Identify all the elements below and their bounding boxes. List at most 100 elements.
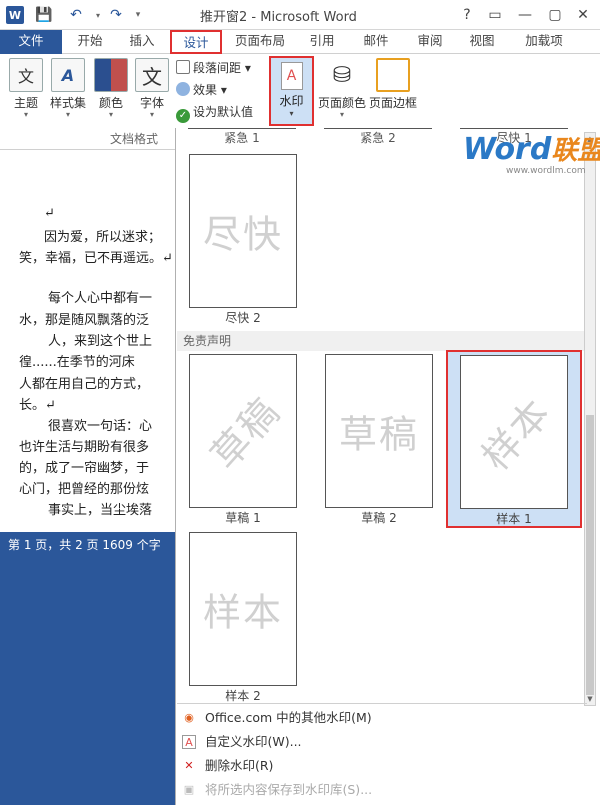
close-button[interactable]: ✕: [570, 4, 596, 26]
office-online-icon: ◉: [184, 711, 194, 724]
paragraph-spacing-button[interactable]: 段落间距 ▾: [176, 58, 251, 78]
watermark-preview: 尽快: [189, 154, 297, 308]
help-button[interactable]: ?: [454, 4, 480, 26]
gallery-scrollbar[interactable]: ▲ ▼: [584, 132, 596, 706]
logo-url: www.wordlm.com: [506, 166, 586, 176]
watermark-preview: 样本: [460, 355, 568, 509]
remove-watermark-item[interactable]: ✕ 删除水印(R): [177, 754, 599, 778]
page-borders-button[interactable]: 页面边框: [368, 58, 418, 111]
watermark-name: 草稿 1: [225, 511, 261, 525]
chevron-down-icon: ▾: [289, 109, 294, 118]
watermark-text: 草稿: [338, 412, 419, 457]
ribbon-display-button[interactable]: ▭: [482, 4, 508, 26]
tab-insert[interactable]: 插入: [120, 30, 164, 54]
watermark-sample-2[interactable]: 样本 样本 2: [188, 532, 298, 704]
watermark-draft-2[interactable]: 草稿 草稿 2: [324, 354, 434, 526]
watermark-button[interactable]: A 水印 ▾: [269, 56, 314, 126]
remove-watermark-icon: ✕: [184, 759, 194, 772]
redo-icon[interactable]: ↷: [106, 5, 126, 25]
effects-icon: [176, 82, 190, 96]
page-borders-icon: [376, 58, 410, 92]
tab-review[interactable]: 审阅: [408, 30, 452, 54]
themes-button[interactable]: 文 主题 ▾: [6, 58, 46, 119]
watermark-preview: 草稿: [189, 354, 297, 508]
window-title: 推开窗2 - Microsoft Word: [200, 10, 357, 25]
fonts-button[interactable]: 文 字体 ▾: [134, 58, 170, 119]
style-set-label: 样式集: [49, 96, 86, 110]
paragraph: 笑，幸福，已不再遥远。↵: [19, 251, 173, 266]
watermark-draft-1[interactable]: 草稿 草稿 1: [188, 354, 298, 526]
page-color-label: 页面颜色: [317, 96, 366, 110]
paragraph: 水，那是随风飘落的泛: [19, 313, 150, 328]
save-to-gallery-item[interactable]: ▣ 将所选内容保存到水印库(S)...: [177, 778, 599, 802]
tab-mailings[interactable]: 邮件: [354, 30, 398, 54]
watermark-text: 草稿: [202, 388, 289, 478]
tab-file[interactable]: 文件: [0, 30, 62, 54]
tab-addins[interactable]: 加载项: [516, 30, 572, 54]
document-page[interactable]: ↵ 因为爱，所以迷求； 笑，幸福，已不再遥远。↵ 每个人心中都有一 水，那是随风…: [0, 150, 175, 532]
tab-design[interactable]: 设计: [170, 30, 222, 54]
menu-separator: [177, 703, 587, 704]
paragraph: 事实上，当尘埃落: [48, 503, 153, 518]
paint-bucket-icon: ⛁: [332, 62, 352, 88]
watermark-name: 样本 2: [225, 689, 261, 703]
tab-view[interactable]: 视图: [460, 30, 504, 54]
title-bar: W 💾 ↶ ▾ ↷ ▾ 推开窗2 - Microsoft Word ? ▭ — …: [0, 0, 600, 30]
maximize-button[interactable]: ▢: [542, 4, 568, 26]
paragraph-spacing-icon: [176, 60, 190, 74]
scrollbar-thumb[interactable]: [586, 415, 594, 695]
chevron-down-icon: ▾: [65, 110, 70, 119]
customize-qat-icon[interactable]: ▾: [128, 5, 148, 25]
menu-item-label: 删除水印(R): [205, 758, 274, 773]
paragraph: 很喜欢一句话：心: [48, 419, 153, 434]
paragraph-spacing-label: 段落间距: [193, 61, 242, 75]
custom-watermark-item[interactable]: A 自定义水印(W)...: [177, 730, 599, 754]
tab-page-layout[interactable]: 页面布局: [230, 30, 290, 54]
chevron-down-icon: ▾: [23, 110, 28, 119]
style-set-button[interactable]: A 样式集 ▾: [48, 58, 88, 119]
undo-dropdown-icon[interactable]: ▾: [88, 5, 108, 25]
fonts-icon: 文: [135, 58, 169, 92]
watermark-asap-2[interactable]: 尽快 尽快 2: [188, 154, 298, 326]
paragraph: 也许生活与期盼有很多: [19, 440, 150, 455]
page-color-button[interactable]: ⛁ 页面颜色 ▾: [316, 58, 368, 119]
minimize-button[interactable]: —: [512, 4, 538, 26]
watermark-sample-1[interactable]: 样本 样本 1: [446, 350, 582, 528]
paragraph: ↵: [44, 206, 55, 221]
watermark-text: 样本: [473, 389, 560, 479]
watermark-thumb[interactable]: 紧急 2: [324, 128, 432, 150]
save-icon[interactable]: 💾: [34, 5, 54, 25]
paragraph: 长。↵: [19, 398, 56, 413]
watermark-preview: 草稿: [325, 354, 433, 508]
status-bar: 第 1 页，共 2 页 1609 个字: [0, 532, 175, 558]
themes-icon: 文: [9, 58, 43, 92]
tab-references[interactable]: 引用: [300, 30, 344, 54]
chevron-down-icon: ▾: [339, 110, 344, 119]
undo-icon[interactable]: ↶: [66, 5, 86, 25]
effects-label: 效果: [193, 83, 218, 97]
menu-item-label: 将所选内容保存到水印库(S)...: [205, 782, 373, 797]
paragraph: 心门，把曾经的那份炫: [19, 482, 150, 497]
watermark-gallery: 紧急 1 紧急 2 尽快 1 尽快 尽快 2 免责声明 草稿 草稿 1 草稿 草…: [175, 128, 600, 805]
watermark-label: 水印: [279, 94, 304, 108]
effects-button[interactable]: 效果 ▾: [176, 80, 227, 100]
watermark-name: 尽快 2: [225, 311, 261, 325]
document-format-group-label: 文档格式: [110, 132, 159, 146]
watermark-menu: ◉ Office.com 中的其他水印(M) A 自定义水印(W)... ✕ 删…: [177, 703, 599, 802]
paragraph: 徨......在季节的河床: [19, 355, 135, 370]
watermark-thumb[interactable]: 紧急 1: [188, 128, 296, 150]
colors-icon: [94, 58, 128, 92]
watermark-text: 样本: [202, 590, 283, 635]
more-watermarks-online-item[interactable]: ◉ Office.com 中的其他水印(M): [177, 706, 599, 730]
watermark-name: 草稿 2: [361, 511, 397, 525]
save-to-gallery-icon: ▣: [183, 783, 195, 796]
colors-button[interactable]: 颜色 ▾: [92, 58, 130, 119]
colors-label: 颜色: [98, 96, 123, 110]
tab-home[interactable]: 开始: [68, 30, 112, 54]
menu-item-label: Office.com 中的其他水印(M): [205, 710, 372, 725]
set-default-button[interactable]: ✓ 设为默认值: [176, 102, 253, 123]
paragraph: 人都在用自己的方式，: [19, 377, 150, 392]
paragraph: 人，来到这个世上: [48, 334, 153, 349]
custom-watermark-icon: A: [182, 735, 196, 749]
style-set-icon: A: [51, 58, 85, 92]
